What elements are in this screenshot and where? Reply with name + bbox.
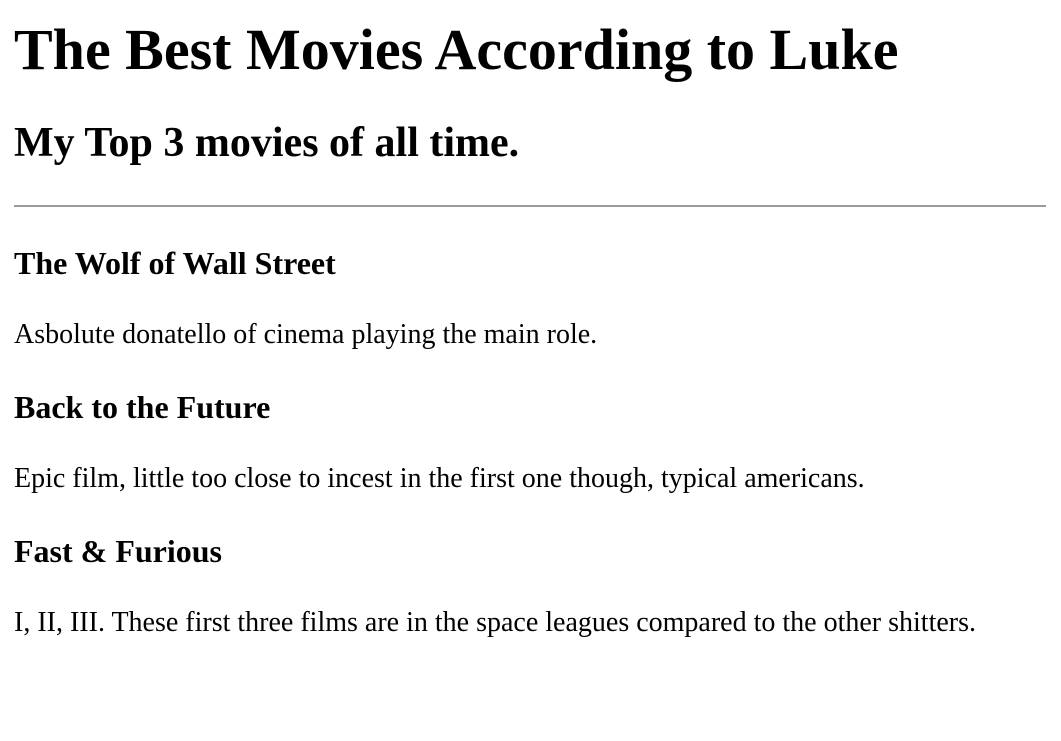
divider [14,205,1046,207]
movie-description: Asbolute donatello of cinema playing the… [14,319,598,350]
movie-item: The Wolf of Wall Street Asbolute donatel… [14,245,1047,351]
movie-title: Fast & Furious [14,533,222,569]
movie-title: Back to the Future [14,389,271,425]
page-content: The Best Movies According to Luke My Top… [0,0,1061,639]
movie-description: I, II, III. These first three films are … [14,607,977,638]
movie-item: Back to the Future Epic film, little too… [14,389,1047,495]
page-title: The Best Movies According to Luke [14,17,899,82]
movie-description: Epic film, little too close to incest in… [14,463,865,494]
movie-item: Fast & Furious I, II, III. These first t… [14,533,1047,639]
movie-title: The Wolf of Wall Street [14,245,336,281]
page-subtitle: My Top 3 movies of all time. [14,120,520,166]
